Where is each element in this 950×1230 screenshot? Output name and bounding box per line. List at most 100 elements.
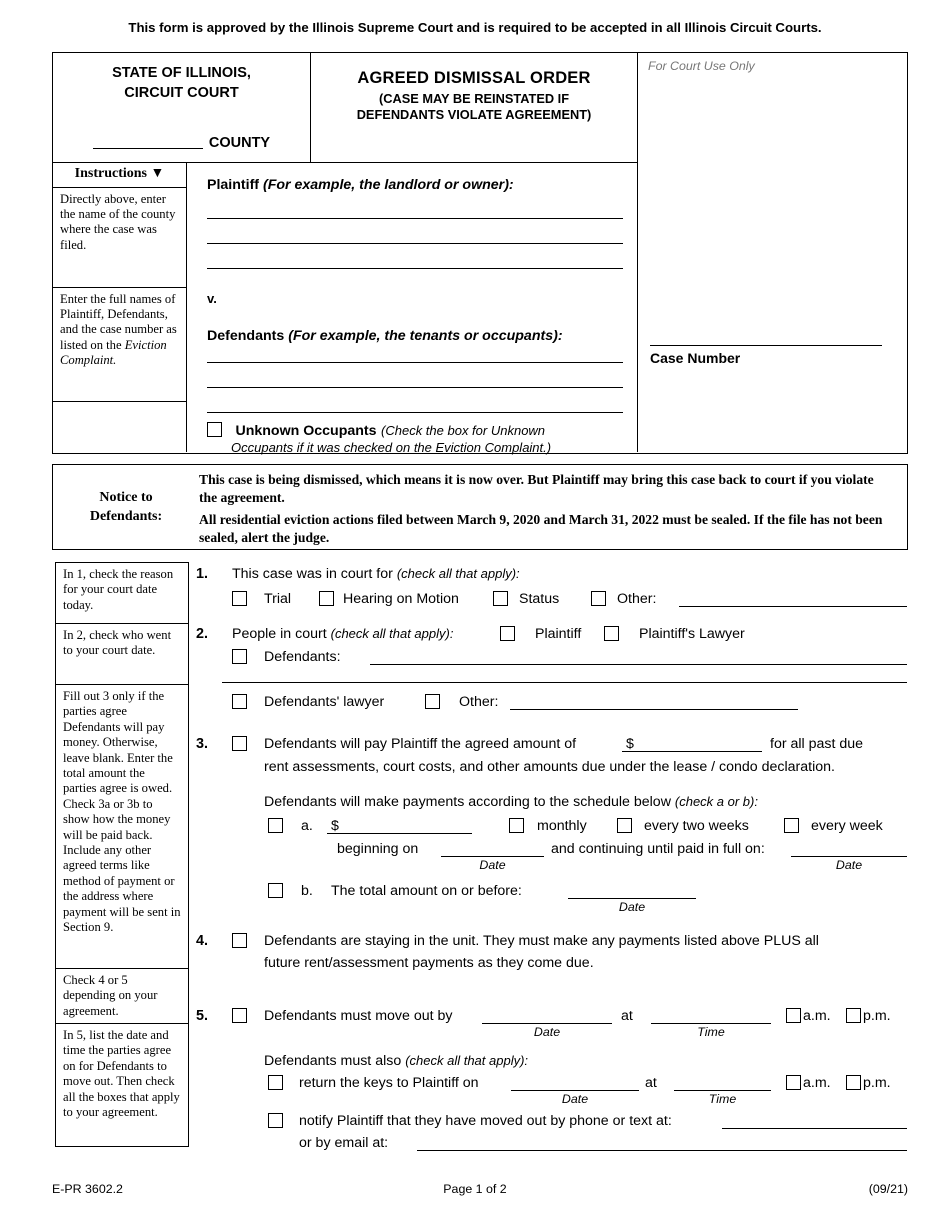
checkbox-trial[interactable] [232,591,247,606]
checkbox-return-keys[interactable] [268,1075,283,1090]
moveout-date-label: Date [533,1025,561,1039]
keys-date-label: Date [561,1092,589,1106]
section-1-heading: This case was in court for (check all th… [232,563,912,585]
section-5-also-hint: (check all that apply): [405,1053,529,1068]
unknown-occupants-checkbox[interactable] [207,422,222,437]
checkbox-moveout-pm[interactable] [846,1008,861,1023]
label-moveout-pm: p.m. [863,1008,891,1024]
defendants-line-3[interactable] [207,412,623,413]
final-payment-date-input-line[interactable] [791,856,907,857]
other-person-input-line[interactable] [510,709,798,710]
checkbox-hearing-on-motion[interactable] [319,591,334,606]
instructions-header[interactable]: Instructions ▼ [53,163,187,188]
section-5-number: 5. [196,1008,209,1024]
checkbox-other-person[interactable] [425,694,440,709]
checkbox-schedule-b[interactable] [268,883,283,898]
keys-date-input-line[interactable] [511,1090,639,1091]
plaintiff-line-2[interactable] [207,243,623,244]
case-number-label: Case Number [650,350,741,366]
checkbox-defendants-lawyer[interactable] [232,694,247,709]
checkbox-keys-pm[interactable] [846,1075,861,1090]
section-5-also-heading: Defendants must also (check all that app… [264,1050,528,1072]
checkbox-plaintiffs-lawyer[interactable] [604,626,619,641]
checkbox-moveout-am[interactable] [786,1008,801,1023]
total-due-date-input-line[interactable] [568,898,696,899]
county-input-line[interactable] [92,134,203,149]
case-number-input-line[interactable] [650,339,882,346]
checkbox-monthly[interactable] [509,818,524,833]
side-instruction-3: Fill out 3 only if the parties agree Def… [55,684,189,969]
state-line-1: STATE OF ILLINOIS, [112,65,251,81]
section-5-also-text: Defendants must also [264,1053,402,1069]
side-instruction-3-text: Fill out 3 only if the parties agree Def… [63,689,181,935]
label-every-week: every week [811,818,883,834]
court-identification-cell: STATE OF ILLINOIS, CIRCUIT COURT COUNTY [53,53,311,163]
checkbox-schedule-a[interactable] [268,818,283,833]
plaintiff-line-3[interactable] [207,268,623,269]
checkbox-every-week[interactable] [784,818,799,833]
notice-label: Notice to Defendants: [53,465,199,549]
notice-paragraph-1: This case is being dismissed, which mean… [199,472,874,505]
section-3-schedule-heading: Defendants will make payments according … [264,791,758,813]
plaintiff-line-1[interactable] [207,218,623,219]
defendants-label: Defendants [207,328,285,344]
form-title: AGREED DISMISSAL ORDER [357,69,591,87]
checkbox-keys-am[interactable] [786,1075,801,1090]
label-plaintiff-present: Plaintiff [535,626,582,642]
installment-amount-input-line[interactable] [327,833,472,834]
defendants-line-1[interactable] [207,362,623,363]
notice-text: This case is being dismissed, which mean… [199,465,907,549]
label-other-reason: Other: [617,591,657,607]
checkbox-section-4[interactable] [232,933,247,948]
section-2-heading: People in court (check all that apply): [232,623,453,645]
section-3-schedule-hint: (check a or b): [674,794,758,809]
side-instruction-2-text: In 2, check who went to your court date. [63,628,172,658]
instructions-header-label: Instructions [74,166,147,181]
keys-time-label: Time [708,1092,737,1106]
defendants-present-input-line[interactable] [370,664,907,665]
beginning-date-input-line[interactable] [441,856,544,857]
side-instruction-4: Check 4 or 5 depending on your agreement… [55,968,189,1024]
keys-time-input-line[interactable] [674,1090,771,1091]
section-4-line-2: future rent/assessment payments as they … [264,955,594,971]
notify-email-input-line[interactable] [417,1150,907,1151]
checkbox-section-3[interactable] [232,736,247,751]
moveout-date-input-line[interactable] [482,1023,612,1024]
notify-phone-input-line[interactable] [722,1128,907,1129]
other-reason-input-line[interactable] [679,606,907,607]
label-continuing-until: and continuing until paid in full on: [551,841,765,857]
caption-instructions-column: Instructions ▼ Directly above, enter the… [53,163,187,452]
label-defendants-present: Defendants: [264,649,341,665]
checkbox-defendants-present[interactable] [232,649,247,664]
label-schedule-b: b. [301,883,313,899]
section-4-number: 4. [196,933,209,949]
beginning-date-label: Date [479,858,506,872]
versus-label: v. [207,291,217,306]
side-instruction-5: In 5, list the date and time the parties… [55,1023,189,1147]
section-1-number: 1. [196,566,209,582]
moveout-at-label: at [621,1008,633,1024]
moveout-time-input-line[interactable] [651,1023,771,1024]
checkbox-every-two-weeks[interactable] [617,818,632,833]
checkbox-section-5[interactable] [232,1008,247,1023]
label-notify-email: or by email at: [299,1135,389,1151]
keys-at-label: at [645,1075,657,1091]
label-status: Status [519,591,560,607]
instruction-county: Directly above, enter the name of the co… [53,188,187,288]
county-row: COUNTY [53,134,310,152]
checkbox-notify-plaintiff[interactable] [268,1113,283,1128]
party-block: Plaintiff (For example, the landlord or … [187,163,638,455]
unknown-occupants-hint-1: (Check the box for Unknown [381,423,546,438]
defendants-line-2[interactable] [207,387,623,388]
label-other-person: Other: [459,694,499,710]
case-number-field[interactable]: Case Number [650,339,882,366]
checkbox-other-reason[interactable] [591,591,606,606]
court-use-cell: For Court Use Only Case Number [638,53,907,452]
agreed-amount-input-line[interactable] [622,751,762,752]
side-instruction-5-text: In 5, list the date and time the parties… [63,1028,180,1120]
section-1-text: This case was in court for [232,566,393,582]
side-instruction-1-text: In 1, check the reason for your court da… [63,567,174,612]
form-page: This form is approved by the Illinois Su… [0,0,950,1230]
checkbox-status[interactable] [493,591,508,606]
checkbox-plaintiff-present[interactable] [500,626,515,641]
